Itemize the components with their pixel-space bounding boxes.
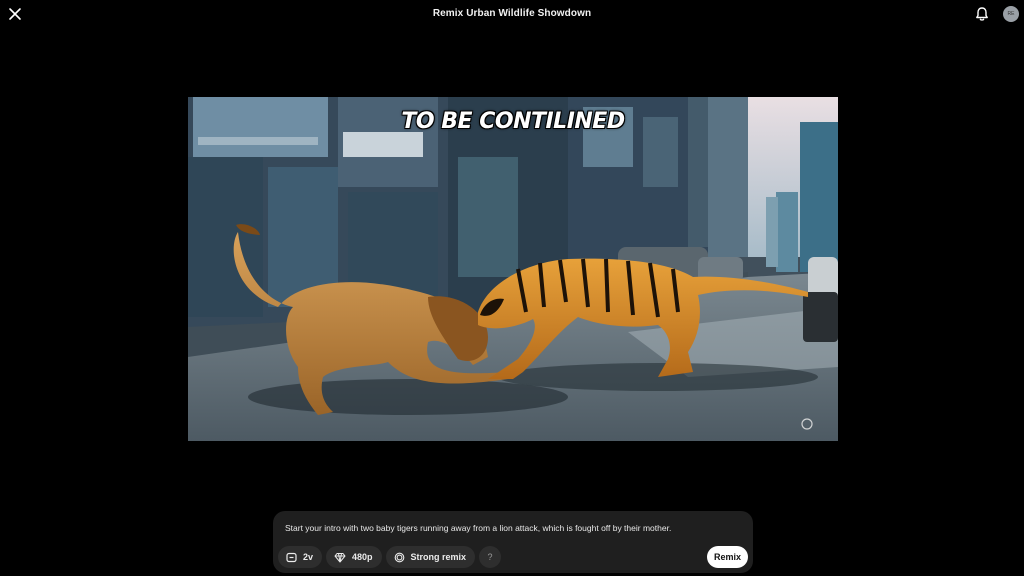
resolution-chip[interactable]: 480p xyxy=(326,546,382,568)
prompt-input[interactable]: Start your intro with two baby tigers ru… xyxy=(285,523,671,533)
help-button[interactable]: ? xyxy=(479,546,502,568)
remix-button[interactable]: Remix xyxy=(707,546,748,568)
variations-label: 2v xyxy=(303,552,314,562)
bell-icon xyxy=(976,7,988,21)
prompt-panel: Start your intro with two baby tigers ru… xyxy=(273,511,753,573)
video-preview[interactable]: TO BE CONTILINED xyxy=(188,97,838,441)
help-icon: ? xyxy=(487,552,493,562)
page-title: Remix Urban Wildlife Showdown xyxy=(432,8,592,19)
avatar[interactable]: RE xyxy=(1003,6,1019,22)
remix-strength-icon xyxy=(394,552,404,562)
diamond-icon xyxy=(334,552,346,562)
video-frame-image xyxy=(188,97,838,441)
top-bar: Remix Urban Wildlife Showdown RE xyxy=(0,0,1024,28)
video-overlay-caption: TO BE CONTILINED xyxy=(401,109,625,134)
notifications-button[interactable] xyxy=(973,5,991,23)
remix-strength-chip[interactable]: Strong remix xyxy=(385,546,476,568)
remix-options: 2v 480p Strong remix ? xyxy=(278,546,502,568)
variations-chip[interactable]: 2v xyxy=(278,546,323,568)
avatar-initials: RE xyxy=(1007,11,1015,17)
remix-strength-label: Strong remix xyxy=(410,552,467,562)
resolution-label: 480p xyxy=(352,552,373,562)
variations-icon xyxy=(286,552,297,562)
